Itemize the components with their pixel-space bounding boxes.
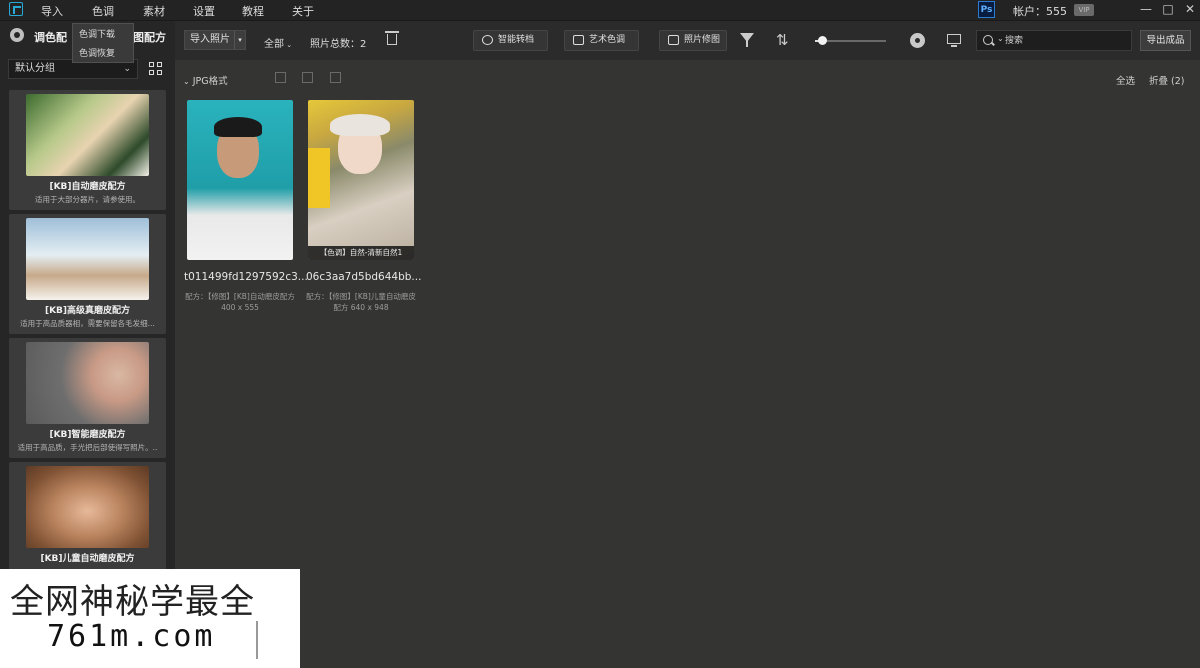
import-photos-label: 导入照片 — [190, 34, 230, 45]
menu-item-tone-restore[interactable]: 色调恢复 — [73, 43, 133, 62]
preset-name: [KB]自动磨皮配方 — [49, 182, 126, 192]
aperture-icon[interactable] — [910, 33, 925, 48]
portrait-hat — [330, 114, 390, 136]
trash-icon[interactable] — [385, 31, 399, 45]
watermark-line1: 全网神秘学最全 — [10, 582, 255, 622]
preset-card[interactable]: [KB]智能磨皮配方 适用于高品质，手光把后部使得写照片。.. — [9, 338, 166, 458]
art-tone-label: 艺术色调 — [589, 35, 626, 45]
art-tone-button[interactable]: 艺术色调 — [564, 30, 639, 51]
search-icon[interactable] — [983, 35, 993, 45]
preset-thumbnail — [26, 218, 149, 300]
photo-retouch-label: 照片修图 — [684, 35, 721, 45]
smart-convert-button[interactable]: 智能转档 — [473, 30, 548, 51]
photo-thumbnail[interactable]: 【色调】自然-清新自然1 — [308, 100, 414, 260]
zoom-slider-thumb[interactable] — [818, 36, 828, 45]
vip-badge[interactable]: VIP — [1074, 4, 1094, 16]
photo-meta: 配方：【修图】[KB]自动磨皮配方 400 x 555 — [185, 292, 295, 312]
preset-thumbnail — [26, 94, 149, 176]
preset-description: 适用于大部分器片，请参使用。 — [35, 195, 140, 204]
background-object — [308, 148, 330, 208]
preset-card[interactable]: [KB]高级真磨皮配方 适用于高品质器相，需要保留各毛发细... — [9, 214, 166, 334]
preset-name: [KB]儿童自动磨皮配方 — [40, 554, 135, 564]
menu-tutorial[interactable]: 教程 — [242, 3, 264, 19]
menu-about[interactable]: 关于 — [292, 3, 314, 19]
monitor-icon[interactable] — [947, 34, 961, 47]
photo-filename: t011499fd1297592c3... — [184, 271, 308, 283]
select-all-link[interactable]: 全选 — [1116, 73, 1135, 87]
preset-thumbnail — [26, 342, 149, 424]
zoom-slider[interactable] — [815, 36, 886, 45]
photo-meta: 配方：【修图】[KB]儿童自动磨皮配方 640 x 948 — [306, 292, 416, 312]
preset-description: 适用于高品质，手光把后部使得写照片。.. — [17, 443, 158, 452]
portrait-hair — [214, 117, 262, 137]
export-button[interactable]: 导出成品 — [1140, 30, 1191, 51]
menu-materials[interactable]: 素材 — [143, 3, 165, 19]
filter-all-label: 全部 — [264, 39, 284, 50]
grid-view-icon[interactable] — [149, 62, 163, 76]
image-icon — [573, 35, 584, 45]
menu-settings[interactable]: 设置 — [193, 3, 215, 19]
tone-dropdown-menu: 色调下载 色调恢复 — [72, 23, 134, 63]
search-input[interactable] — [1005, 33, 1125, 48]
maximize-button[interactable]: □ — [1160, 1, 1176, 17]
document-icon[interactable] — [275, 72, 286, 83]
main-toolbar: 导入照片 ▾ 全部 ⌄ 照片总数：2 智能转档 艺术色调 照片修图 ⇅ ⌄ 导出… — [175, 21, 1200, 60]
filter-icon[interactable] — [740, 33, 754, 47]
menu-import[interactable]: 导入 — [41, 3, 63, 19]
close-button[interactable]: ✕ — [1182, 1, 1198, 17]
minimize-button[interactable]: — — [1138, 1, 1154, 17]
account-label[interactable]: 帐户：555 — [1013, 3, 1067, 19]
watermark-overlay: 全网神秘学最全 761m.com — [0, 569, 300, 668]
group-name: JPG格式 — [192, 76, 228, 87]
tone-label: 【色调】自然-清新自然1 — [308, 246, 414, 260]
photo-thumbnail[interactable] — [187, 100, 293, 260]
trash-icon[interactable] — [330, 72, 341, 83]
group-header[interactable]: ⌄ JPG格式 — [183, 73, 228, 87]
preset-thumbnail — [26, 466, 149, 548]
preset-name: [KB]智能磨皮配方 — [49, 430, 126, 440]
preset-name: [KB]高级真磨皮配方 — [44, 306, 131, 316]
sort-icon[interactable]: ⇅ — [776, 32, 789, 48]
tab-color-preset[interactable]: 调色配 — [34, 29, 67, 45]
menu-bar: 导入 色调 素材 设置 教程 关于 Ps 帐户：555 VIP — □ ✕ — [0, 0, 1200, 21]
smart-convert-icon — [482, 35, 493, 45]
chevron-down-icon[interactable]: ⌄ — [997, 34, 1004, 43]
chevron-down-icon: ⌄ — [183, 77, 190, 86]
watermark-divider — [256, 621, 258, 659]
image-icon — [668, 35, 679, 45]
aperture-icon[interactable] — [10, 28, 24, 42]
preset-card[interactable]: [KB]儿童自动磨皮配方 — [9, 462, 166, 582]
photoshop-icon[interactable]: Ps — [978, 1, 995, 18]
photo-count: 照片总数：2 — [310, 39, 367, 50]
filter-all-dropdown[interactable]: 全部 ⌄ — [264, 35, 292, 50]
search-box: ⌄ — [976, 30, 1132, 51]
app-logo-icon — [9, 2, 23, 16]
group-select-value: 默认分组 — [15, 63, 55, 74]
preset-description: 适用于高品质器相，需要保留各毛发细... — [20, 319, 155, 328]
tab-retouch-preset[interactable]: 图配方 — [133, 29, 166, 45]
photo-retouch-button[interactable]: 照片修图 — [659, 30, 727, 51]
chevron-down-icon[interactable]: ▾ — [234, 31, 245, 49]
preset-card[interactable]: [KB]自动磨皮配方 适用于大部分器片，请参使用。 — [9, 90, 166, 210]
export-icon[interactable] — [302, 72, 313, 83]
import-photos-button[interactable]: 导入照片 ▾ — [184, 30, 246, 50]
smart-convert-label: 智能转档 — [498, 35, 535, 45]
menu-item-tone-download[interactable]: 色调下载 — [73, 24, 133, 43]
collapse-link[interactable]: 折叠 (2) — [1149, 73, 1184, 87]
photo-grid-area: ⌄ JPG格式 全选 折叠 (2) t011499fd1297592c3... … — [175, 60, 1200, 668]
photo-filename: 06c3aa7d5bd644bb... — [306, 271, 422, 283]
menu-tone[interactable]: 色调 — [92, 3, 114, 19]
watermark-line2: 761m.com — [47, 619, 216, 654]
